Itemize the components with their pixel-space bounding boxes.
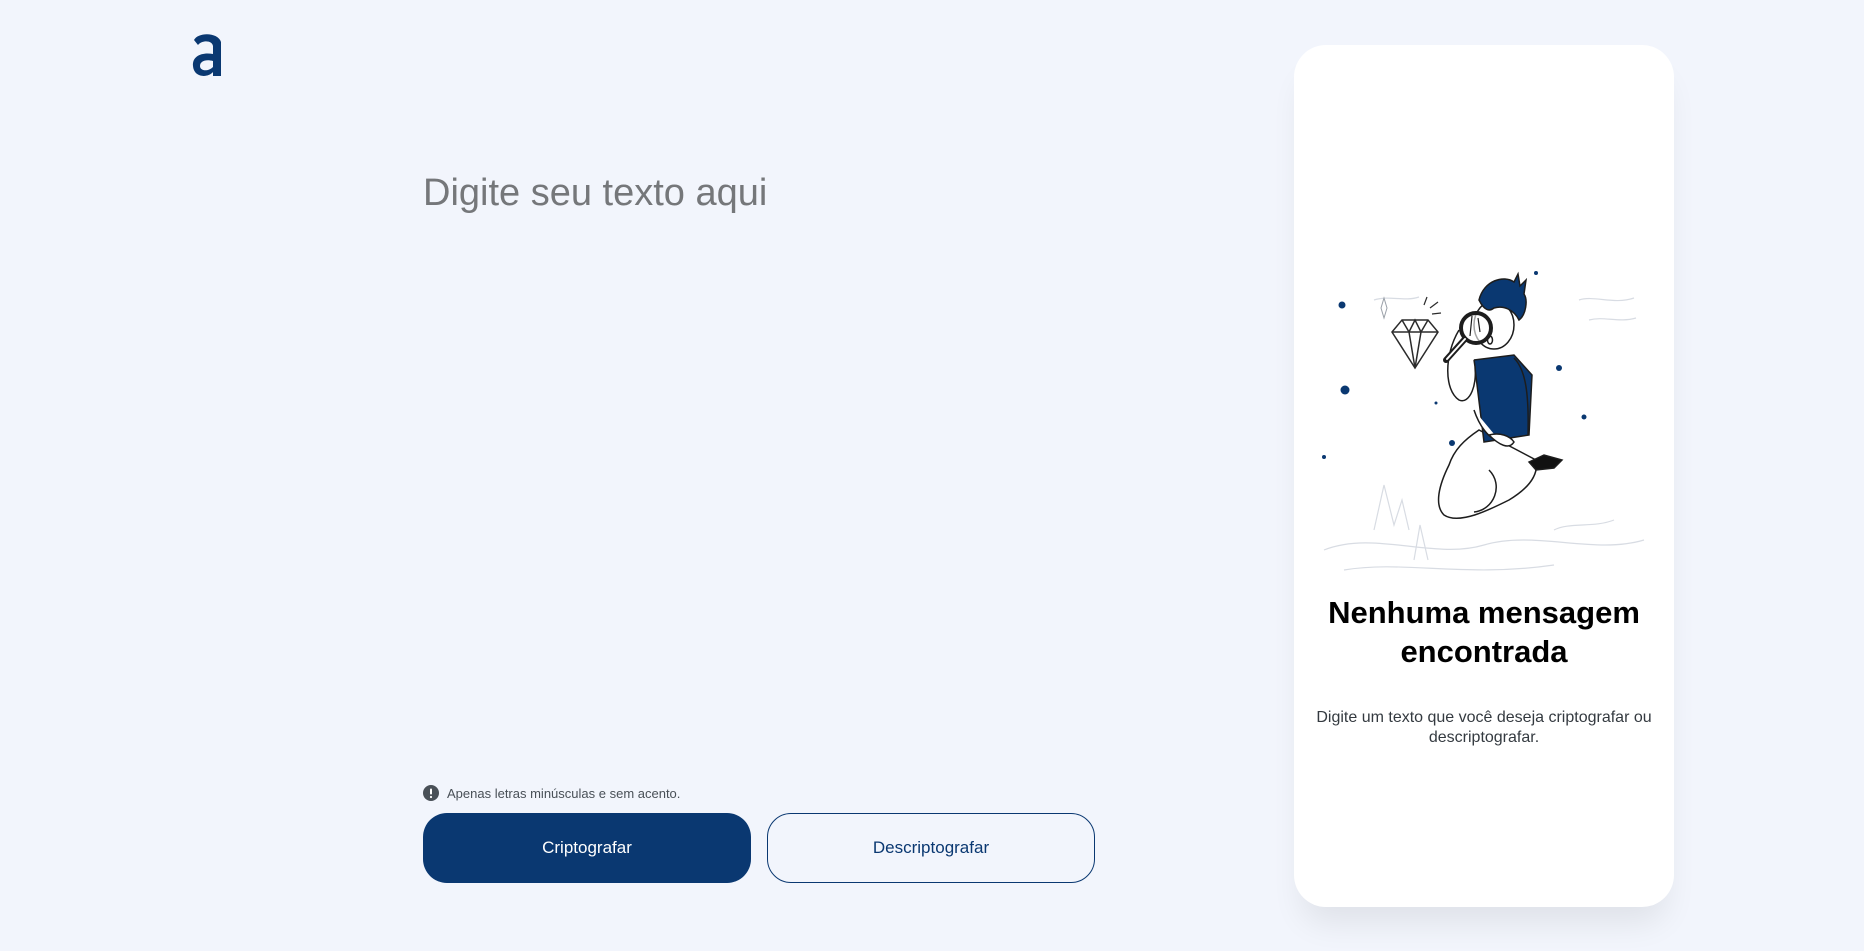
decrypt-button[interactable]: Descriptografar: [767, 813, 1095, 883]
output-panel: Nenhuma mensagem encontrada Digite um te…: [1294, 45, 1674, 907]
message-input[interactable]: [423, 172, 1103, 752]
notice-text: Apenas letras minúsculas e sem acento.: [447, 785, 681, 801]
page: Apenas letras minúsculas e sem acento. C…: [0, 0, 1864, 951]
exclamation-circle-icon: [423, 785, 439, 801]
empty-state-title: Nenhuma mensagem encontrada: [1328, 595, 1640, 669]
encrypt-button[interactable]: Criptografar: [423, 813, 751, 883]
logo-icon: [192, 34, 221, 76]
input-notice: Apenas letras minúsculas e sem acento.: [423, 785, 680, 801]
empty-state-description: Digite um texto que você deseja criptogr…: [1316, 709, 1652, 746]
person-with-magnifying-glass-illustration: [1322, 271, 1645, 571]
